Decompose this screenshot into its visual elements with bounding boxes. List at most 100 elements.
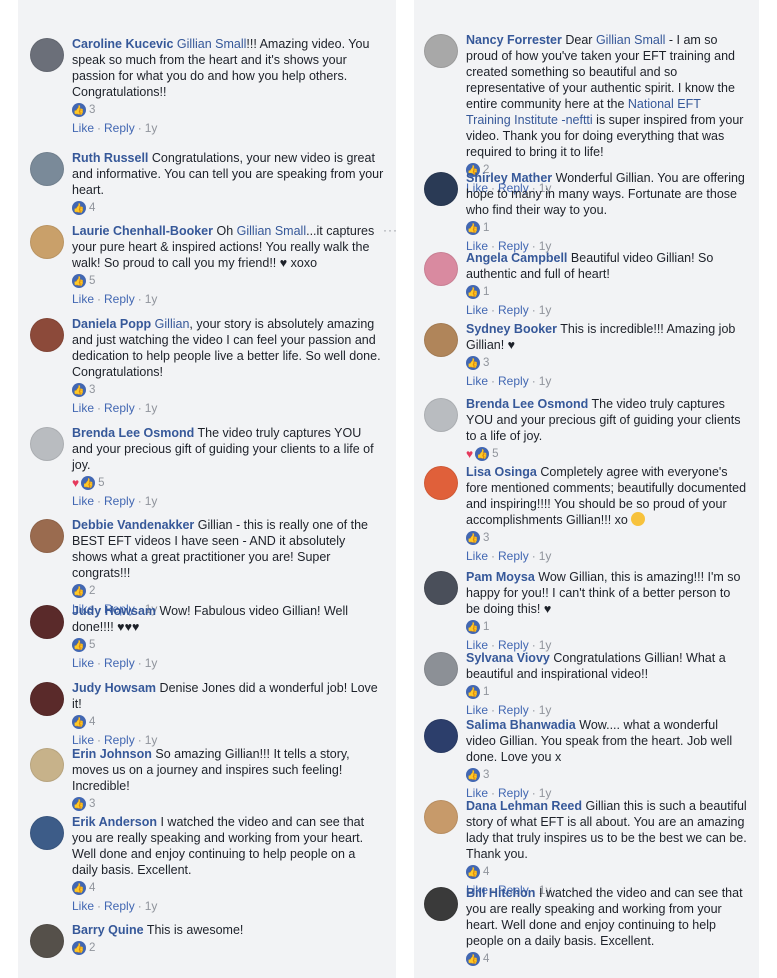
timestamp[interactable]: 1y: [145, 656, 158, 670]
reactions[interactable]: 👍 1: [466, 284, 747, 300]
avatar[interactable]: [30, 318, 64, 352]
mention-link[interactable]: Gillian Small: [177, 37, 246, 51]
avatar[interactable]: [424, 466, 458, 500]
commenter-name[interactable]: Brenda Lee Osmond: [72, 426, 194, 440]
commenter-name[interactable]: Erik Anderson: [72, 815, 157, 829]
avatar[interactable]: [424, 323, 458, 357]
reactions[interactable]: 👍 2: [72, 940, 384, 956]
commenter-name[interactable]: Brenda Lee Osmond: [466, 397, 588, 411]
commenter-name[interactable]: Daniela Popp: [72, 317, 151, 331]
commenter-name[interactable]: Debbie Vandenakker: [72, 518, 194, 532]
reactions[interactable]: 👍 5: [72, 637, 384, 653]
reply-link[interactable]: Reply: [104, 733, 135, 747]
like-link[interactable]: Like: [72, 494, 94, 508]
reply-link[interactable]: Reply: [104, 494, 135, 508]
like-link[interactable]: Like: [72, 899, 94, 913]
timestamp[interactable]: 1y: [539, 374, 552, 388]
commenter-name[interactable]: Angela Campbell: [466, 251, 567, 265]
commenter-name[interactable]: Ruth Russell: [72, 151, 148, 165]
like-link[interactable]: Like: [466, 703, 488, 717]
avatar[interactable]: [30, 682, 64, 716]
commenter-name[interactable]: Bill Hitchon: [466, 886, 535, 900]
reply-link[interactable]: Reply: [498, 703, 529, 717]
avatar[interactable]: [30, 38, 64, 72]
timestamp[interactable]: 1y: [145, 121, 158, 135]
avatar[interactable]: [30, 225, 64, 259]
reply-link[interactable]: Reply: [498, 303, 529, 317]
like-link[interactable]: Like: [466, 549, 488, 563]
reply-link[interactable]: Reply: [104, 656, 135, 670]
commenter-name[interactable]: Salima Bhanwadia: [466, 718, 576, 732]
commenter-name[interactable]: Pam Moysa: [466, 570, 535, 584]
mention-link[interactable]: Gillian Small: [596, 33, 665, 47]
reply-link[interactable]: Reply: [498, 374, 529, 388]
timestamp[interactable]: 1y: [145, 494, 158, 508]
avatar[interactable]: [424, 34, 458, 68]
reactions[interactable]: 👍 5: [72, 273, 384, 289]
avatar[interactable]: [424, 398, 458, 432]
reactions[interactable]: 👍 1: [466, 684, 747, 700]
commenter-name[interactable]: Shirley Mather: [466, 171, 552, 185]
reply-link[interactable]: Reply: [104, 899, 135, 913]
avatar[interactable]: [424, 887, 458, 921]
reactions[interactable]: 👍 4: [466, 864, 747, 880]
reactions[interactable]: 👍 3: [466, 767, 747, 783]
reply-link[interactable]: Reply: [104, 121, 135, 135]
commenter-name[interactable]: Dana Lehman Reed: [466, 799, 582, 813]
timestamp[interactable]: 1y: [145, 733, 158, 747]
avatar[interactable]: [30, 519, 64, 553]
commenter-name[interactable]: Erin Johnson: [72, 747, 152, 761]
avatar[interactable]: [30, 152, 64, 186]
reactions[interactable]: 👍 1: [466, 220, 747, 236]
commenter-name[interactable]: Judy Howsam: [72, 604, 156, 618]
commenter-name[interactable]: Nancy Forrester: [466, 33, 562, 47]
reactions[interactable]: 👍 1: [466, 619, 747, 635]
reactions[interactable]: 👍 4: [72, 200, 384, 216]
mention-link[interactable]: Gillian: [155, 317, 190, 331]
like-link[interactable]: Like: [72, 121, 94, 135]
commenter-name[interactable]: Laurie Chenhall-Booker: [72, 224, 213, 238]
reply-link[interactable]: Reply: [104, 401, 135, 415]
more-options-icon[interactable]: ···: [383, 223, 396, 237]
avatar[interactable]: [424, 252, 458, 286]
timestamp[interactable]: 1y: [539, 303, 552, 317]
reply-link[interactable]: Reply: [498, 549, 529, 563]
commenter-name[interactable]: Lisa Osinga: [466, 465, 537, 479]
commenter-name[interactable]: Barry Quine: [72, 923, 144, 937]
like-link[interactable]: Like: [72, 401, 94, 415]
reactions[interactable]: 👍 3: [466, 355, 747, 371]
avatar[interactable]: [424, 800, 458, 834]
like-link[interactable]: Like: [72, 292, 94, 306]
timestamp[interactable]: 1y: [145, 292, 158, 306]
reactions[interactable]: ♥ 👍 5: [466, 446, 747, 462]
reactions[interactable]: 👍 2: [72, 583, 384, 599]
commenter-name[interactable]: Caroline Kucevic: [72, 37, 173, 51]
like-link[interactable]: Like: [466, 374, 488, 388]
avatar[interactable]: [424, 172, 458, 206]
reactions[interactable]: 👍 3: [72, 382, 384, 398]
reactions[interactable]: 👍 4: [72, 880, 384, 896]
reactions[interactable]: 👍 4: [466, 951, 747, 967]
like-link[interactable]: Like: [466, 303, 488, 317]
reply-link[interactable]: Reply: [104, 292, 135, 306]
commenter-name[interactable]: Sydney Booker: [466, 322, 557, 336]
timestamp[interactable]: 1y: [145, 401, 158, 415]
avatar[interactable]: [30, 748, 64, 782]
commenter-name[interactable]: Judy Howsam: [72, 681, 156, 695]
avatar[interactable]: [30, 427, 64, 461]
reactions[interactable]: 👍 3: [72, 102, 384, 118]
reactions[interactable]: 👍 3: [72, 796, 384, 812]
reactions[interactable]: ♥ 👍 5: [72, 475, 384, 491]
commenter-name[interactable]: Sylvana Viovy: [466, 651, 550, 665]
avatar[interactable]: [424, 719, 458, 753]
avatar[interactable]: [424, 571, 458, 605]
avatar[interactable]: [424, 652, 458, 686]
reactions[interactable]: 👍 4: [72, 714, 384, 730]
timestamp[interactable]: 1y: [539, 703, 552, 717]
timestamp[interactable]: 1y: [145, 899, 158, 913]
timestamp[interactable]: 1y: [539, 549, 552, 563]
like-link[interactable]: Like: [72, 656, 94, 670]
avatar[interactable]: [30, 605, 64, 639]
reactions[interactable]: 👍 3: [466, 530, 747, 546]
mention-link[interactable]: Gillian Small: [237, 224, 306, 238]
